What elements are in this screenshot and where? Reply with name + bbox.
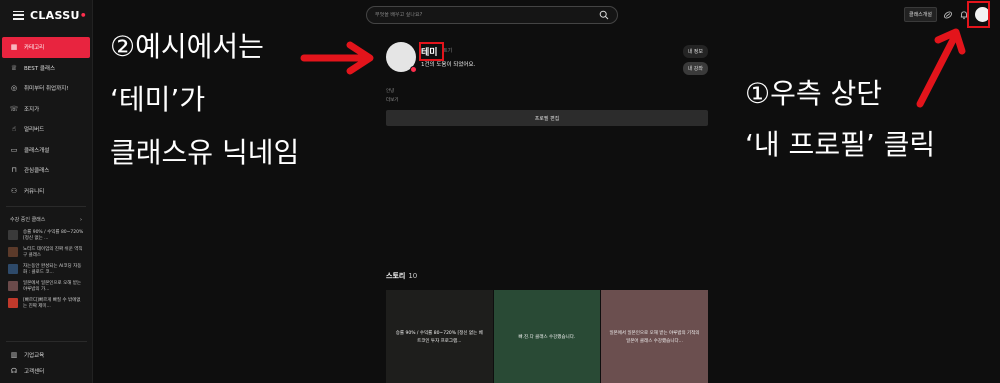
sidebar-item-label: 커뮤니티	[24, 188, 45, 195]
stories-title: 스토리	[386, 272, 406, 280]
list-item[interactable]: 노터드 데이엄의 진짜 쉬운 역직구 클래스	[0, 244, 92, 261]
building-icon: ▥	[10, 351, 18, 359]
profile-intro: 안녕	[386, 89, 395, 94]
profile-status: 1건의 도움이 되었어요.	[421, 62, 476, 68]
sidebar-item-label: 관심클래스	[24, 168, 50, 175]
course-thumbnail	[8, 280, 18, 291]
story-text: 일본에서 일본인으로 오해 받는 야루밤의 기적의 일본어 클래스 수강했습니다…	[609, 330, 700, 344]
sidebar-item-label: 고객센터	[24, 369, 45, 375]
course-thumbnail	[8, 297, 18, 308]
list-item[interactable]: [빠르디]빠르게 빠질 수 밖에없는 진짜 제미...	[0, 295, 92, 312]
sidebar: CLASSU• ▦ 카테고리 ♕ BEST 클래스 ◎ 취미부터 취업까지! ☏…	[0, 0, 93, 383]
people-icon: ⚇	[10, 186, 18, 195]
search-bar	[366, 6, 618, 24]
story-text: 승률 90% / 수익률 80~720% [정신 없는 베트코인 투자 프로그램…	[395, 330, 483, 344]
sidebar-item-jojiga[interactable]: ☏ 조지가	[0, 99, 92, 120]
sidebar-item-best[interactable]: ♕ BEST 클래스	[0, 58, 92, 79]
phone-icon: ☏	[9, 104, 19, 113]
story-grid: 승률 90% / 수익률 80~720% [정신 없는 베트코인 투자 프로그램…	[386, 290, 708, 383]
stories-header: 스토리 10	[386, 271, 708, 281]
stories-section: 스토리 10 승률 90% / 수익률 80~720% [정신 없는 베트코인 투…	[386, 271, 708, 383]
chevron-right-icon: ›	[80, 216, 82, 223]
sidebar-item-category[interactable]: ▦ 카테고리	[2, 37, 90, 58]
annotation-step1-line1: ①우측 상단	[745, 77, 883, 110]
course-title: 자는동안 완성되는 AI코딩 자동화 : 클로드 코...	[23, 263, 82, 275]
headset-icon: ☊	[10, 367, 18, 375]
course-thumbnail	[8, 246, 18, 257]
sidebar-item-open-class[interactable]: ▭ 클래스개설	[0, 140, 92, 161]
bookmark-icon: ⊓	[11, 166, 17, 175]
enrolled-section-title: 수강 중인 클래스	[10, 217, 46, 223]
app-root: CLASSU• ▦ 카테고리 ♕ BEST 클래스 ◎ 취미부터 취업까지! ☏…	[0, 0, 1000, 383]
list-item[interactable]: 승률 90% / 수익률 80~720% [정신 없는 ...	[0, 227, 92, 244]
annotation-step2-line3: 클래스유 닉네임	[110, 136, 300, 169]
search-input[interactable]	[375, 12, 599, 18]
edit-profile-button[interactable]: 프로필 편집	[386, 110, 708, 126]
story-card[interactable]: 승률 90% / 수익률 80~720% [정신 없는 베트코인 투자 프로그램…	[386, 290, 493, 383]
thumbs-up-icon: ☝	[11, 125, 17, 134]
sidebar-item-label: 기업교육	[24, 353, 45, 359]
sidebar-item-label: 카테고리	[24, 45, 45, 52]
highlight-profile-button	[967, 1, 990, 28]
heart-badge-icon	[410, 66, 417, 73]
trophy-icon: ♕	[10, 63, 18, 72]
sidebar-item-earlybird[interactable]: ☝ 얼리버드	[0, 119, 92, 140]
sidebar-item-community[interactable]: ⚇ 커뮤니티	[0, 181, 92, 202]
hamburger-menu-icon[interactable]	[13, 10, 24, 20]
annotation-step2-line1: ②예시에서는	[110, 30, 264, 63]
story-text: 빠.진.다 클래스 수강했습니다.	[518, 334, 576, 340]
logo[interactable]: CLASSU•	[30, 9, 87, 22]
sidebar-item-corporate[interactable]: ▥ 기업교육	[0, 347, 93, 363]
brand: CLASSU•	[0, 0, 92, 30]
enrolled-section-header[interactable]: 수강 중인 클래스 ›	[0, 212, 92, 227]
arrow-up-right-icon	[916, 28, 966, 108]
arrow-right-icon	[300, 41, 374, 75]
sidebar-footer: ▥ 기업교육 ☊ 고객센터	[0, 336, 93, 379]
annotation-step2-line2: ‘테미’가	[110, 83, 206, 116]
course-thumbnail	[8, 229, 18, 240]
story-card[interactable]: 빠.진.다 클래스 수강했습니다.	[493, 290, 601, 383]
sidebar-item-interest[interactable]: ⊓ 관심클래스	[0, 160, 92, 181]
enrolled-course-list: 승률 90% / 수익률 80~720% [정신 없는 ... 노터드 데이엄의…	[0, 227, 92, 312]
list-item[interactable]: 일본에서 일본인으로 오해 받는 야루밤의 가...	[0, 278, 92, 295]
sidebar-item-support[interactable]: ☊ 고객센터	[0, 363, 93, 379]
my-info-button[interactable]: 내 정보	[682, 45, 708, 58]
course-title: 승률 90% / 수익률 80~720% [정신 없는 ...	[23, 229, 84, 241]
sidebar-item-label: BEST 클래스	[24, 65, 56, 72]
sidebar-item-label: 클래스개설	[24, 147, 50, 154]
course-title: [빠르디]빠르게 빠질 수 밖에없는 진짜 제미...	[23, 297, 81, 309]
profile-nickname-suffix: 트기	[443, 48, 453, 54]
more-link[interactable]: 더보기	[386, 97, 708, 103]
sidebar-item-hobby[interactable]: ◎ 취미부터 취업까지!	[0, 78, 92, 99]
open-class-button[interactable]: 클래스개설	[903, 7, 937, 22]
story-card[interactable]: 일본에서 일본인으로 오해 받는 야루밤의 기적의 일본어 클래스 수강했습니다…	[601, 290, 708, 383]
sidebar-divider	[6, 206, 86, 207]
list-item[interactable]: 자는동안 완성되는 AI코딩 자동화 : 클로드 코...	[0, 261, 92, 278]
stories-count: 10	[408, 272, 418, 280]
category-icon: ▦	[10, 43, 18, 52]
highlight-nickname	[419, 42, 444, 61]
annotation-step1-line2: ‘내 프로필’ 클릭	[745, 128, 936, 161]
search-icon[interactable]	[599, 10, 609, 20]
course-title: 일본에서 일본인으로 오해 받는 야루밤의 가...	[23, 280, 82, 292]
course-title: 노터드 데이엄의 진짜 쉬운 역직구 클래스	[23, 246, 83, 258]
sidebar-item-label: 얼리버드	[24, 127, 45, 134]
coupon-icon[interactable]	[943, 10, 953, 20]
sidebar-nav: ▦ 카테고리 ♕ BEST 클래스 ◎ 취미부터 취업까지! ☏ 조지가 ☝ 얼…	[0, 37, 92, 201]
sidebar-divider	[6, 341, 87, 342]
target-icon: ◎	[10, 84, 18, 93]
course-thumbnail	[8, 263, 18, 274]
video-icon: ▭	[10, 145, 18, 154]
avatar[interactable]	[386, 42, 417, 73]
sidebar-item-label: 취미부터 취업까지!	[24, 86, 69, 93]
my-courses-button[interactable]: 내 강좌	[682, 62, 708, 75]
sidebar-item-label: 조지가	[24, 106, 40, 113]
